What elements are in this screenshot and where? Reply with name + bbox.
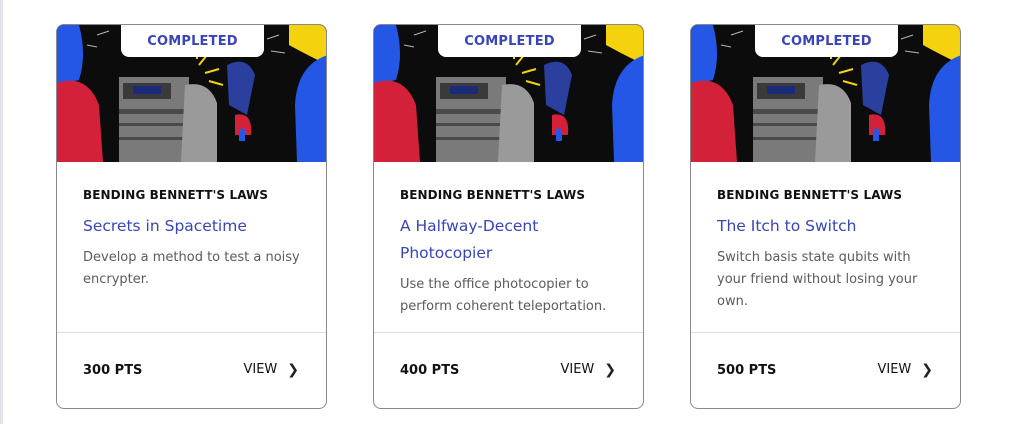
card-footer: 500 PTS VIEW ❯ <box>691 333 960 408</box>
completed-badge: COMPLETED <box>121 25 264 57</box>
card-description: Develop a method to test a noisy encrypt… <box>83 250 300 287</box>
card-body: BENDING BENNETT'S LAWS The Itch to Switc… <box>717 162 940 313</box>
card-footer: 400 PTS VIEW ❯ <box>374 333 643 408</box>
chevron-right-icon: ❯ <box>921 361 933 378</box>
card-title[interactable]: A Halfway-Decent Photocopier <box>400 213 550 267</box>
card-description: Switch basis state qubits with your frie… <box>717 250 918 309</box>
card-title[interactable]: Secrets in Spacetime <box>83 213 306 240</box>
series-label: BENDING BENNETT'S LAWS <box>83 188 269 202</box>
view-button[interactable]: VIEW ❯ <box>877 362 933 377</box>
points-label: 500 PTS <box>717 363 777 378</box>
completed-badge: COMPLETED <box>438 25 581 57</box>
points-label: 400 PTS <box>400 363 460 378</box>
challenge-card-itch-to-switch[interactable]: COMPLETED BENDING BENNETT'S LAWS The Itc… <box>690 24 961 409</box>
card-body: BENDING BENNETT'S LAWS A Halfway-Decent … <box>400 162 623 318</box>
card-body: BENDING BENNETT'S LAWS Secrets in Spacet… <box>83 162 306 291</box>
card-title[interactable]: The Itch to Switch <box>717 213 940 240</box>
points-label: 300 PTS <box>83 363 143 378</box>
card-footer: 300 PTS VIEW ❯ <box>57 333 326 408</box>
chevron-right-icon: ❯ <box>287 361 299 378</box>
left-rail <box>0 0 3 424</box>
series-label: BENDING BENNETT'S LAWS <box>717 188 903 202</box>
card-description: Use the office photocopier to perform co… <box>400 277 607 314</box>
view-label: VIEW <box>243 362 278 377</box>
view-button[interactable]: VIEW ❯ <box>243 362 299 377</box>
view-label: VIEW <box>560 362 595 377</box>
challenge-card-secrets-in-spacetime[interactable]: COMPLETED BENDING BENNETT'S LAWS Secrets… <box>56 24 327 409</box>
view-label: VIEW <box>877 362 912 377</box>
series-label: BENDING BENNETT'S LAWS <box>400 188 586 202</box>
view-button[interactable]: VIEW ❯ <box>560 362 616 377</box>
challenge-card-halfway-decent-photocopier[interactable]: COMPLETED BENDING BENNETT'S LAWS A Halfw… <box>373 24 644 409</box>
completed-badge: COMPLETED <box>755 25 898 57</box>
chevron-right-icon: ❯ <box>604 361 616 378</box>
